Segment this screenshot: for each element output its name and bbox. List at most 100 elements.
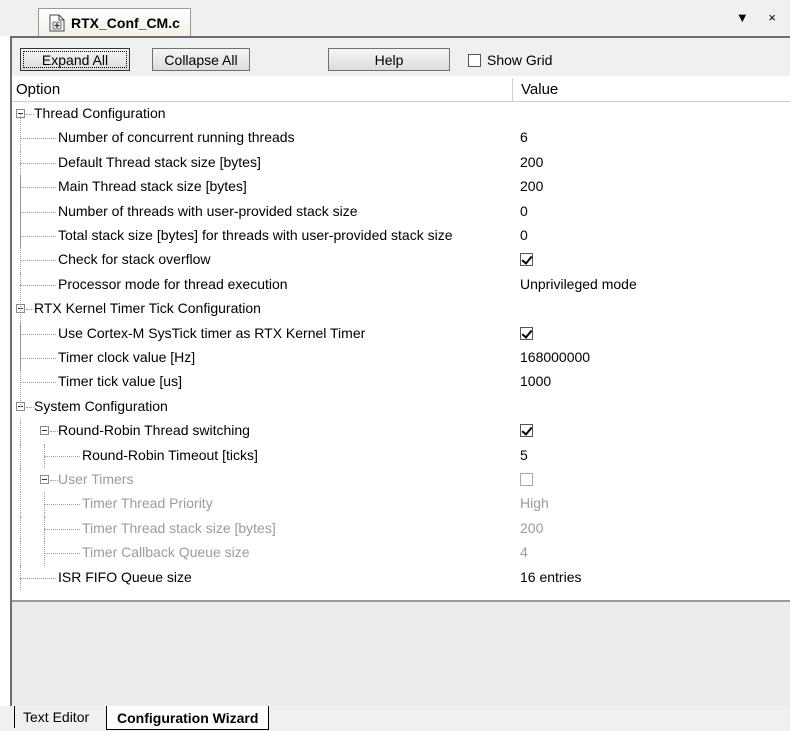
tree-option-row[interactable]: Processor mode for thread execution Unpri…	[12, 272, 790, 298]
option-value-cell[interactable]	[520, 251, 533, 269]
column-separator[interactable]	[512, 78, 513, 102]
tree-guide-line	[44, 516, 45, 542]
tree-group-row[interactable]: Thread Configuration	[12, 102, 790, 126]
option-label: Number of concurrent running threads	[58, 129, 295, 146]
tree-option-row[interactable]: Timer Thread stack size [bytes] 200	[12, 516, 790, 542]
tree-connector	[20, 358, 56, 359]
option-label: Thread Configuration	[34, 105, 166, 121]
tree-guide-line	[20, 443, 21, 468]
tree-option-row[interactable]: Timer tick value [us] 1000	[12, 370, 790, 395]
tree-connector	[44, 504, 80, 506]
tree-option-row[interactable]: Main Thread stack size [bytes] 200	[12, 175, 790, 200]
help-button[interactable]: Help	[328, 48, 450, 71]
tree-connector	[20, 236, 56, 237]
option-label: RTX Kernel Timer Tick Configuration	[34, 300, 261, 317]
option-label: Processor mode for thread execution	[58, 275, 288, 292]
option-checkbox[interactable]	[520, 424, 533, 438]
tree-option-row[interactable]: Timer clock value [Hz] 168000000	[12, 346, 790, 371]
option-label: Check for stack overflow	[58, 251, 211, 268]
tree-connector	[20, 260, 56, 262]
option-value[interactable]: 6	[520, 129, 528, 145]
tree-group-row[interactable]: System Configuration	[12, 395, 790, 419]
grid-header: Option Value	[12, 78, 790, 102]
option-label: Timer Thread Priority	[82, 495, 213, 512]
option-checkbox	[520, 473, 533, 486]
option-value-cell	[520, 471, 533, 489]
option-label: System Configuration	[34, 397, 168, 414]
collapse-toggle-icon[interactable]	[40, 475, 49, 484]
option-label: Timer Callback Queue size	[82, 544, 250, 561]
option-value[interactable]: 0	[520, 203, 528, 219]
tree-connector	[50, 480, 58, 481]
tree-connector	[20, 284, 56, 286]
tree-guide-line	[44, 541, 45, 566]
show-grid-toggle[interactable]: Show Grid	[468, 52, 552, 68]
tree-connector	[26, 309, 34, 311]
show-grid-checkbox[interactable]	[468, 53, 481, 67]
help-description-pane	[12, 600, 790, 706]
option-checkbox[interactable]	[520, 326, 533, 340]
option-label: Default Thread stack size [bytes]	[58, 153, 261, 170]
tree-group-row[interactable]: RTX Kernel Timer Tick Configuration	[12, 297, 790, 321]
document-tab-bar: RTX_Conf_CM.c ▼ ×	[0, 0, 790, 36]
tree-option-row[interactable]: Timer Callback Queue size 4	[12, 541, 790, 566]
document-tab[interactable]: RTX_Conf_CM.c	[38, 8, 191, 36]
configuration-wizard-panel: Expand All Collapse All Help Show Grid O…	[10, 36, 790, 706]
option-value: High	[520, 495, 549, 512]
option-label: Total stack size [bytes] for threads wit…	[58, 227, 453, 243]
option-label: User Timers	[58, 471, 134, 487]
tree-guide-line	[20, 541, 21, 566]
tree-guide-line	[44, 492, 45, 517]
option-value-cell[interactable]	[520, 422, 533, 440]
tree-connector	[20, 382, 56, 384]
tab-configuration-wizard[interactable]: Configuration Wizard	[106, 706, 270, 730]
tab-window-controls[interactable]: ▼ ×	[736, 10, 784, 25]
tree-option-row[interactable]: Use Cortex-M SysTick timer as RTX Kernel…	[12, 321, 790, 346]
tree-connector	[26, 406, 34, 408]
option-checkbox[interactable]	[520, 253, 533, 267]
option-label: Timer clock value [Hz]	[58, 349, 196, 365]
option-value[interactable]: Unprivileged mode	[520, 276, 637, 292]
collapse-all-button[interactable]: Collapse All	[152, 48, 250, 71]
tree-guide-line	[20, 492, 21, 517]
option-label: Main Thread stack size [bytes]	[58, 178, 247, 195]
option-label: Number of threads with user-provided sta…	[58, 202, 358, 219]
options-grid: Option Value Thread Configuration Number …	[12, 76, 790, 600]
tree-connector	[50, 431, 58, 433]
tree-option-row[interactable]: Default Thread stack size [bytes] 200	[12, 150, 790, 176]
value-column-header: Value	[521, 81, 559, 98]
option-value[interactable]: 1000	[520, 373, 551, 389]
tree-connector	[26, 114, 34, 115]
option-value[interactable]: 0	[520, 227, 528, 243]
option-column-header: Option	[16, 81, 61, 98]
option-value: 4	[520, 544, 528, 561]
option-value[interactable]: 168000000	[520, 349, 590, 365]
tree-option-row[interactable]: Total stack size [bytes] for threads wit…	[12, 224, 790, 249]
tree-connector	[44, 553, 80, 555]
option-value-cell[interactable]	[520, 325, 533, 343]
option-label: Use Cortex-M SysTick timer as RTX Kernel…	[58, 324, 366, 341]
wizard-toolbar: Expand All Collapse All Help Show Grid	[12, 38, 790, 74]
option-value[interactable]: 5	[520, 447, 528, 463]
tree-connector	[20, 333, 56, 335]
option-value: 200	[520, 519, 544, 536]
expand-all-button[interactable]: Expand All	[20, 48, 130, 71]
tree-option-row[interactable]: User Timers	[12, 468, 790, 493]
option-value[interactable]: 16 entries	[520, 569, 581, 585]
tree-option-row[interactable]: Round-Robin Timeout [ticks] 5	[12, 443, 790, 468]
tree-connector	[44, 528, 80, 530]
c-file-icon	[49, 14, 65, 32]
option-value[interactable]: 200	[520, 154, 543, 170]
tree-option-row[interactable]: Round-Robin Thread switching	[12, 419, 790, 444]
tree-option-row[interactable]: ISR FIFO Queue size 16 entries	[12, 565, 790, 590]
tree-connector	[20, 187, 56, 189]
tree-guide-line	[20, 565, 21, 590]
tree-option-row[interactable]: Number of concurrent running threads 6	[12, 126, 790, 151]
tree-option-row[interactable]: Check for stack overflow	[12, 248, 790, 273]
tab-text-editor[interactable]: Text Editor	[14, 706, 97, 728]
tree-connector	[20, 138, 56, 140]
option-value[interactable]: 200	[520, 178, 543, 194]
collapse-toggle-icon[interactable]	[40, 426, 49, 436]
tree-option-row[interactable]: Number of threads with user-provided sta…	[12, 199, 790, 224]
tree-option-row[interactable]: Timer Thread Priority High	[12, 492, 790, 517]
